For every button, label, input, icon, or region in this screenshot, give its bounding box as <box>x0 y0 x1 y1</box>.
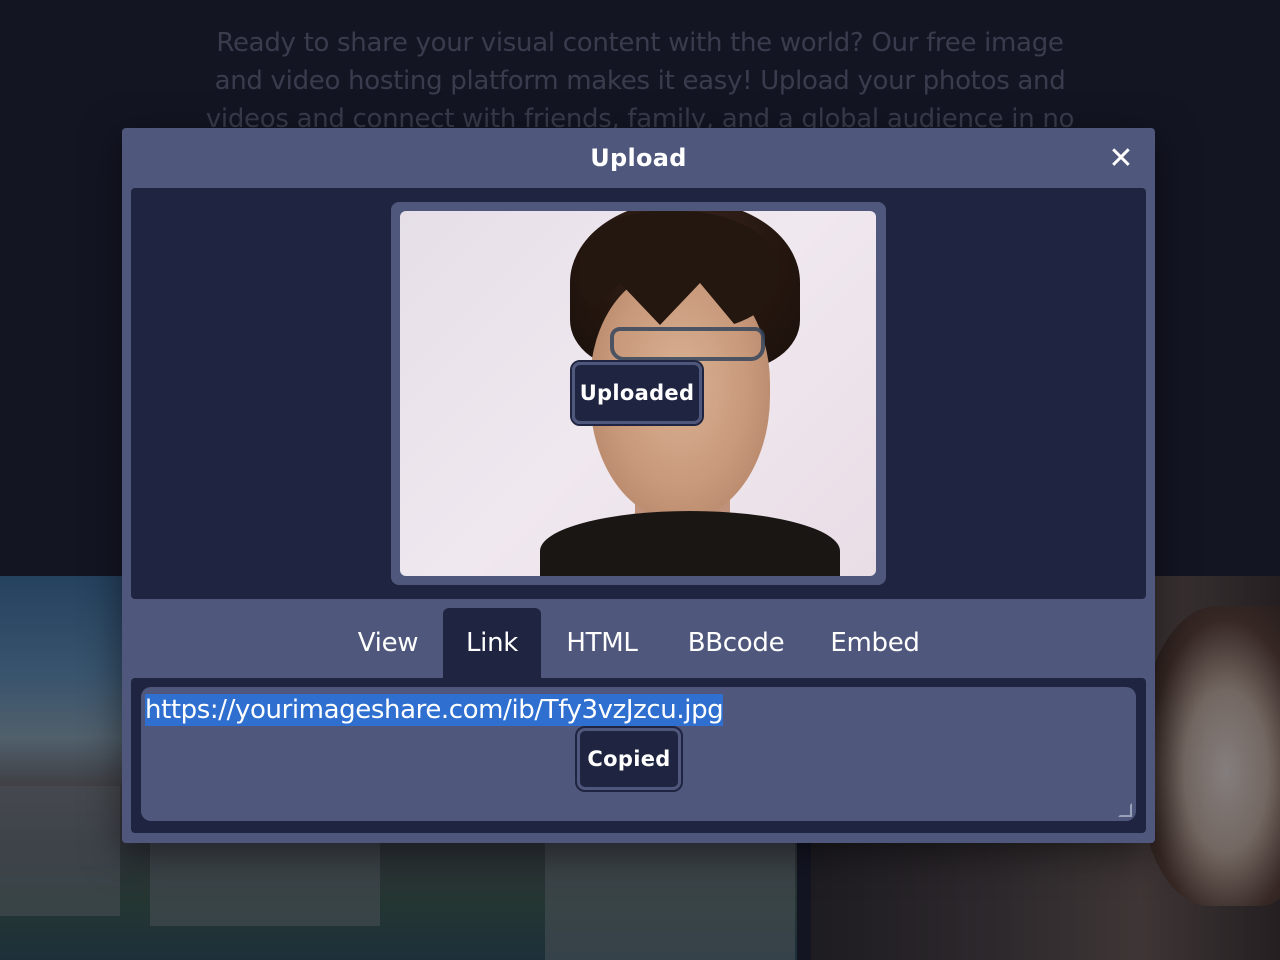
uploaded-image-preview: Uploaded <box>400 211 876 576</box>
uploaded-status-badge: Uploaded <box>570 360 704 426</box>
code-panel: https://yourimageshare.com/ib/Tfy3vzJzcu… <box>131 678 1146 833</box>
preview-panel: Uploaded <box>131 188 1146 599</box>
tab-bbcode[interactable]: BBcode <box>672 608 800 678</box>
modal-title: Upload <box>590 144 687 172</box>
tab-link[interactable]: Link <box>443 608 541 678</box>
tab-view[interactable]: View <box>342 608 434 678</box>
embed-format-tabs: View Link HTML BBcode Embed <box>122 608 1155 678</box>
tab-embed[interactable]: Embed <box>817 608 933 678</box>
tab-html[interactable]: HTML <box>552 608 652 678</box>
close-icon[interactable]: ✕ <box>1107 142 1135 176</box>
resize-handle[interactable] <box>1118 803 1132 817</box>
preview-frame: Uploaded <box>391 202 886 585</box>
link-text[interactable]: https://yourimageshare.com/ib/Tfy3vzJzcu… <box>145 694 724 726</box>
copied-status-badge: Copied <box>575 726 683 792</box>
upload-modal: Upload ✕ Uploaded View Link HTML BBcode … <box>122 128 1155 843</box>
